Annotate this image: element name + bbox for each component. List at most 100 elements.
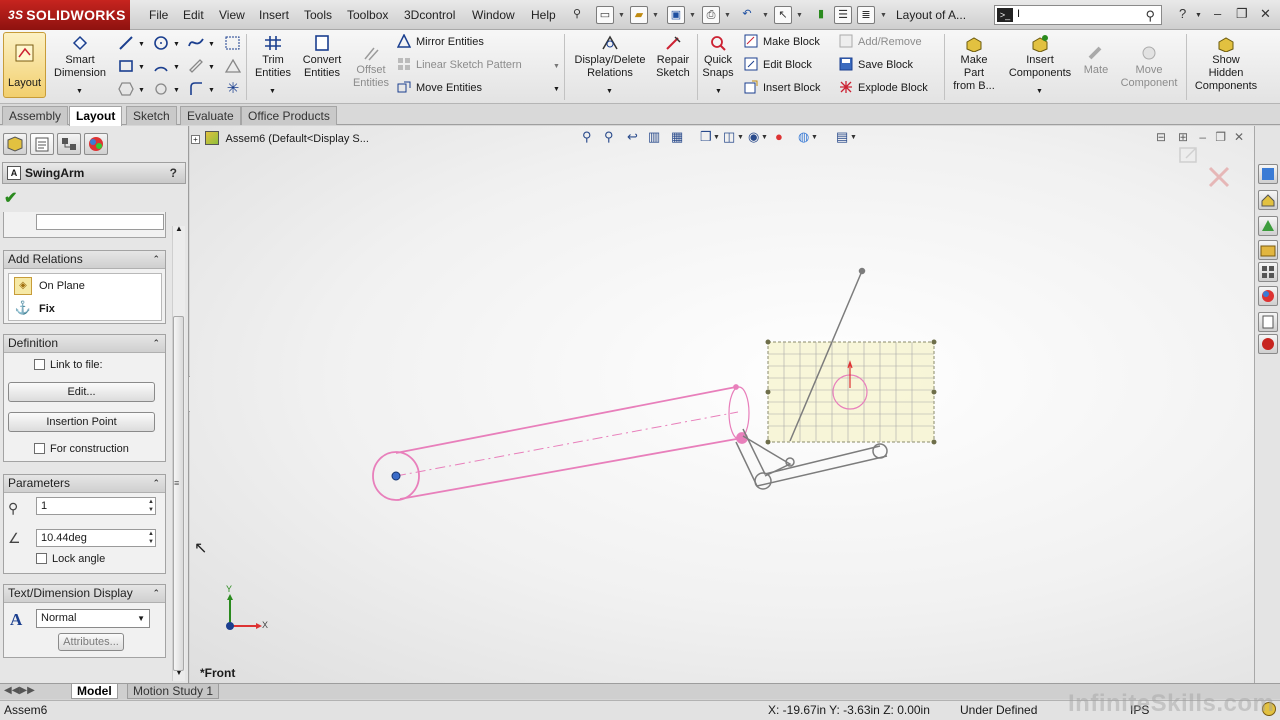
trim-entities-button[interactable]: Trim Entities: [252, 34, 294, 80]
chevron-down-icon[interactable]: ▼: [618, 12, 625, 19]
collapse-icon[interactable]: ⌃: [152, 475, 160, 492]
menu-edit[interactable]: Edit: [183, 8, 204, 22]
angle-input[interactable]: 10.44deg ▲ ▼: [36, 529, 156, 547]
menu-view[interactable]: View: [219, 8, 245, 22]
minimize-icon[interactable]: –: [1214, 6, 1221, 21]
chevron-down-icon[interactable]: ▼: [76, 88, 83, 95]
explode-block-button[interactable]: Explode Block: [839, 79, 928, 97]
chevron-down-icon[interactable]: ▼: [269, 88, 276, 95]
tab-motion-study-1[interactable]: Motion Study 1: [127, 684, 220, 699]
solidworks-resources-icon[interactable]: [1258, 164, 1278, 184]
definition-header[interactable]: Definition ⌃: [4, 335, 165, 353]
chevron-down-icon[interactable]: ▼: [173, 64, 180, 71]
configuration-manager-icon[interactable]: [57, 133, 81, 155]
move-entities-button[interactable]: Move Entities: [397, 79, 482, 97]
spin-arrows-icon[interactable]: ▲ ▼: [148, 530, 154, 546]
file-explorer-icon[interactable]: [1258, 240, 1278, 260]
menu-3dcontrol[interactable]: 3Dcontrol: [404, 8, 455, 22]
font-style-select[interactable]: Normal ▼: [36, 609, 150, 628]
text-dimension-display-header[interactable]: Text/Dimension Display ⌃: [4, 585, 165, 603]
chevron-down-icon[interactable]: ▼: [796, 12, 803, 19]
help-icon[interactable]: ?: [1179, 6, 1186, 21]
repair-sketch-button[interactable]: Repair Sketch: [654, 34, 692, 80]
convert-entities-button[interactable]: Convert Entities: [299, 34, 345, 80]
add-relations-header[interactable]: Add Relations ⌃: [4, 251, 165, 269]
make-part-from-block-button[interactable]: Make Part from B...: [948, 34, 1000, 93]
print-icon[interactable]: ⎙: [702, 6, 720, 24]
chevron-down-icon[interactable]: ▼: [208, 87, 215, 94]
chevron-down-icon[interactable]: ▼: [208, 64, 215, 71]
mate-button[interactable]: Mate: [1080, 44, 1112, 77]
edit-block-button[interactable]: Edit Block: [744, 56, 812, 74]
line-icon[interactable]: [117, 34, 135, 52]
text-box-icon[interactable]: [224, 34, 242, 52]
smart-dimension-button[interactable]: Smart Dimension: [52, 34, 108, 80]
tab-model[interactable]: Model: [71, 684, 118, 699]
scroll-up-icon[interactable]: ▲: [175, 224, 183, 233]
pivot-point[interactable]: [391, 471, 401, 481]
collapse-icon[interactable]: ⌃: [152, 251, 160, 268]
tab-office-products[interactable]: Office Products: [241, 106, 337, 125]
relation-fix[interactable]: ⚓ Fix: [11, 299, 161, 319]
solidworks-logo[interactable]: 3S SOLIDWORKS: [0, 0, 130, 30]
chevron-down-icon[interactable]: ▼: [208, 41, 215, 48]
spin-arrows-icon[interactable]: ▲ ▼: [148, 498, 154, 514]
chevron-down-icon[interactable]: ▼: [1036, 88, 1043, 95]
swingarm-block[interactable]: [372, 384, 750, 501]
tab-assembly[interactable]: Assembly: [2, 106, 69, 125]
point-icon[interactable]: ✳: [224, 80, 242, 98]
insertion-point-button[interactable]: Insertion Point: [8, 412, 155, 432]
tab-sketch[interactable]: Sketch: [126, 106, 177, 125]
insert-components-button[interactable]: Insert Components: [1004, 34, 1076, 80]
tab-layout[interactable]: Layout: [69, 106, 123, 126]
linear-sketch-pattern-button[interactable]: Linear Sketch Pattern: [397, 56, 522, 74]
lock-angle-checkbox[interactable]: Lock angle: [36, 553, 105, 565]
search-icon[interactable]: ⚲: [1145, 8, 1155, 24]
graphics-area[interactable]: + Assem6 (Default<Display S... ⚲ ⚲ ↩ ▥ ▦…: [190, 126, 1254, 683]
chevron-down-icon[interactable]: ▼: [880, 12, 887, 19]
triangle-icon[interactable]: [224, 57, 242, 75]
selection-list[interactable]: [36, 214, 164, 230]
move-component-button[interactable]: Move Component: [1116, 44, 1182, 90]
layout-button[interactable]: Layout: [3, 32, 46, 98]
for-construction-checkbox[interactable]: For construction: [34, 443, 129, 455]
relation-on-plane[interactable]: ◈ On Plane: [11, 276, 161, 296]
menu-insert[interactable]: Insert: [259, 8, 289, 22]
mirror-entities-button[interactable]: Mirror Entities: [397, 33, 484, 51]
view-palette-icon[interactable]: [1258, 262, 1278, 282]
property-manager-icon[interactable]: [30, 133, 54, 155]
arc-icon[interactable]: [152, 57, 170, 75]
show-hidden-components-button[interactable]: Show Hidden Components: [1190, 34, 1262, 93]
chevron-down-icon[interactable]: ▼: [652, 12, 659, 19]
collapse-icon[interactable]: ⌃: [152, 335, 160, 352]
design-library-icon[interactable]: [1258, 216, 1278, 236]
sketch-canvas[interactable]: [190, 126, 1254, 683]
save-icon[interactable]: ▣: [667, 6, 685, 24]
rebuild-icon[interactable]: ▮: [812, 6, 830, 24]
chevron-down-icon[interactable]: ▼: [762, 12, 769, 19]
chevron-down-icon[interactable]: ▼: [138, 64, 145, 71]
chevron-down-icon[interactable]: ▼: [173, 87, 180, 94]
solidworks-forum-icon[interactable]: [1258, 334, 1278, 354]
offset-entities-button[interactable]: Offset Entities: [350, 44, 392, 90]
ellipse-icon[interactable]: [187, 57, 205, 75]
add-remove-button[interactable]: Add/Remove: [839, 33, 922, 51]
display-manager-icon[interactable]: [84, 133, 108, 155]
ok-check-icon[interactable]: ✔: [4, 188, 17, 208]
collapse-icon[interactable]: ⌃: [152, 585, 160, 602]
options-icon[interactable]: ≣: [857, 6, 875, 24]
chevron-down-icon[interactable]: ▼: [715, 88, 722, 95]
chevron-down-icon[interactable]: ▼: [553, 63, 560, 70]
chevron-down-icon[interactable]: ▼: [689, 12, 696, 19]
menu-toolbox[interactable]: Toolbox: [347, 8, 388, 22]
appearances-scenes-icon[interactable]: [1258, 286, 1278, 306]
display-delete-relations-button[interactable]: Display/Delete Relations: [570, 34, 650, 80]
menu-window[interactable]: Window: [472, 8, 515, 22]
command-search-input[interactable]: >_ I ⚲: [994, 5, 1162, 25]
fillet-icon[interactable]: [187, 80, 205, 98]
quick-snaps-button[interactable]: Quick Snaps: [700, 34, 736, 80]
spline-icon[interactable]: [187, 34, 205, 52]
select-arrow-icon[interactable]: ↖: [774, 6, 792, 24]
help-icon[interactable]: ?: [170, 163, 177, 183]
chevron-down-icon[interactable]: ▼: [173, 41, 180, 48]
